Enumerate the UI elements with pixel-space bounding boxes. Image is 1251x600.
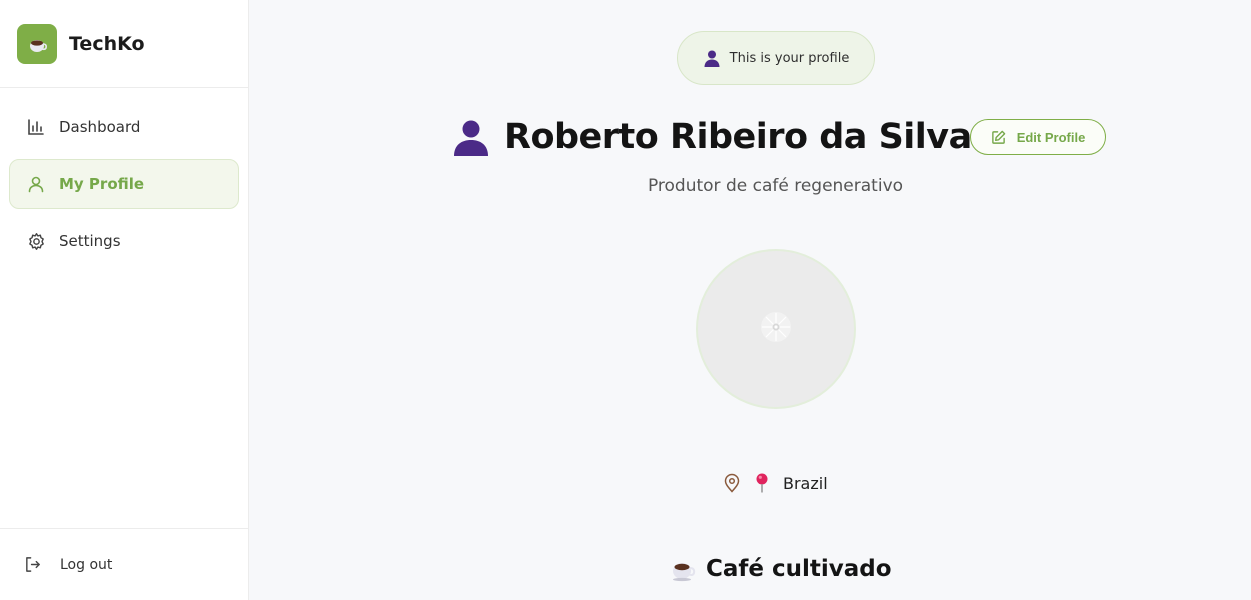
profile-location: Brazil — [723, 470, 828, 496]
brand-name: TechKo — [69, 32, 145, 55]
user-icon — [26, 174, 46, 194]
edit-profile-label: Edit Profile — [1016, 129, 1086, 145]
sidebar-item-label: Dashboard — [59, 118, 141, 136]
gear-icon — [26, 231, 46, 251]
sidebar-nav: Dashboard My Profile Settings — [0, 88, 248, 266]
edit-icon — [991, 130, 1006, 145]
profile-banner: This is your profile — [677, 31, 875, 85]
coffee-cup-icon — [670, 556, 696, 582]
sidebar: TechKo Dashboard My Profile Settings Log… — [0, 0, 249, 600]
bar-chart-icon — [26, 117, 46, 137]
sidebar-item-label: My Profile — [59, 175, 145, 193]
sidebar-item-dashboard[interactable]: Dashboard — [9, 102, 239, 152]
map-pin-icon — [723, 473, 741, 493]
pushpin-icon — [753, 473, 771, 493]
sidebar-item-label: Settings — [59, 232, 121, 250]
profile-subtitle: Produtor de café regenerativo — [647, 176, 904, 196]
logout-label: Log out — [60, 556, 113, 573]
profile-name: Roberto Ribeiro da Silva — [504, 117, 972, 157]
edit-profile-button[interactable]: Edit Profile — [970, 119, 1106, 155]
sidebar-item-my-profile[interactable]: My Profile — [9, 159, 239, 209]
profile-banner-text: This is your profile — [729, 50, 850, 66]
profile-main: This is your profile Roberto Ribeiro da … — [249, 0, 1251, 600]
person-silhouette-icon — [703, 49, 721, 67]
section-title-text: Café cultivado — [706, 556, 892, 582]
loading-spinner-icon — [759, 310, 793, 348]
brand[interactable]: TechKo — [0, 0, 248, 88]
logout-button[interactable]: Log out — [0, 528, 248, 600]
logout-icon — [24, 556, 41, 573]
sidebar-item-settings[interactable]: Settings — [9, 216, 239, 266]
avatar[interactable] — [696, 249, 856, 409]
location-text: Brazil — [783, 473, 828, 493]
section-title: Café cultivado — [670, 556, 892, 582]
profile-name-row: Roberto Ribeiro da Silva — [452, 112, 972, 162]
person-silhouette-icon — [452, 118, 490, 156]
coffee-cup-icon — [17, 23, 57, 64]
